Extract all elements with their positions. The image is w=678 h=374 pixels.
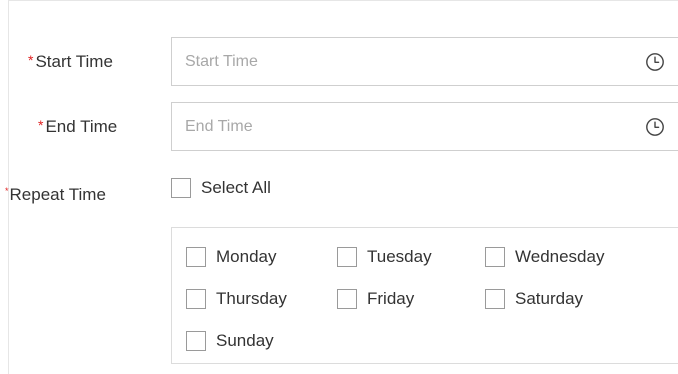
select-all-checkbox[interactable]: Select All: [171, 178, 271, 198]
day-checkbox-thursday[interactable]: Thursday: [186, 289, 287, 309]
weekday-selector: Monday Tuesday Wednesday Thursday Friday…: [171, 227, 678, 364]
checkbox-box[interactable]: [186, 289, 206, 309]
day-checkbox-monday[interactable]: Monday: [186, 247, 276, 267]
checkbox-box[interactable]: [337, 289, 357, 309]
start-time-label: * Start Time: [28, 52, 113, 72]
start-time-input[interactable]: [172, 38, 632, 85]
day-checkbox-friday[interactable]: Friday: [337, 289, 414, 309]
required-marker: *: [38, 117, 44, 133]
day-checkbox-wednesday[interactable]: Wednesday: [485, 247, 604, 267]
day-label: Monday: [216, 247, 277, 266]
select-all-label: Select All: [201, 178, 271, 197]
required-marker: *: [28, 52, 34, 68]
day-checkbox-saturday[interactable]: Saturday: [485, 289, 583, 309]
day-label: Friday: [367, 289, 415, 308]
start-time-label-text: Start Time: [35, 52, 113, 71]
checkbox-box[interactable]: [485, 247, 505, 267]
clock-icon[interactable]: [645, 52, 665, 72]
end-time-label-text: End Time: [45, 117, 118, 136]
start-time-field[interactable]: [171, 37, 678, 86]
clock-icon[interactable]: [645, 117, 665, 137]
end-time-input[interactable]: [172, 103, 632, 150]
day-label: Thursday: [216, 289, 287, 308]
checkbox-box[interactable]: [186, 247, 206, 267]
checkbox-box[interactable]: [337, 247, 357, 267]
end-time-label: * End Time: [38, 117, 117, 137]
day-checkbox-tuesday[interactable]: Tuesday: [337, 247, 432, 267]
day-checkbox-sunday[interactable]: Sunday: [186, 331, 274, 351]
select-all-checkbox-box[interactable]: [171, 178, 191, 198]
day-label: Sunday: [216, 331, 274, 350]
checkbox-box[interactable]: [485, 289, 505, 309]
schedule-form: *Start Time *End Time *Repeat Time Selec…: [5, 0, 678, 374]
repeat-time-label: *Repeat Time: [5, 185, 106, 205]
day-label: Tuesday: [367, 247, 432, 266]
repeat-time-label-text: Repeat Time: [9, 185, 106, 204]
day-label: Saturday: [515, 289, 584, 308]
checkbox-box[interactable]: [186, 331, 206, 351]
required-marker: *: [5, 186, 9, 196]
end-time-field[interactable]: [171, 102, 678, 151]
day-label: Wednesday: [515, 247, 605, 266]
